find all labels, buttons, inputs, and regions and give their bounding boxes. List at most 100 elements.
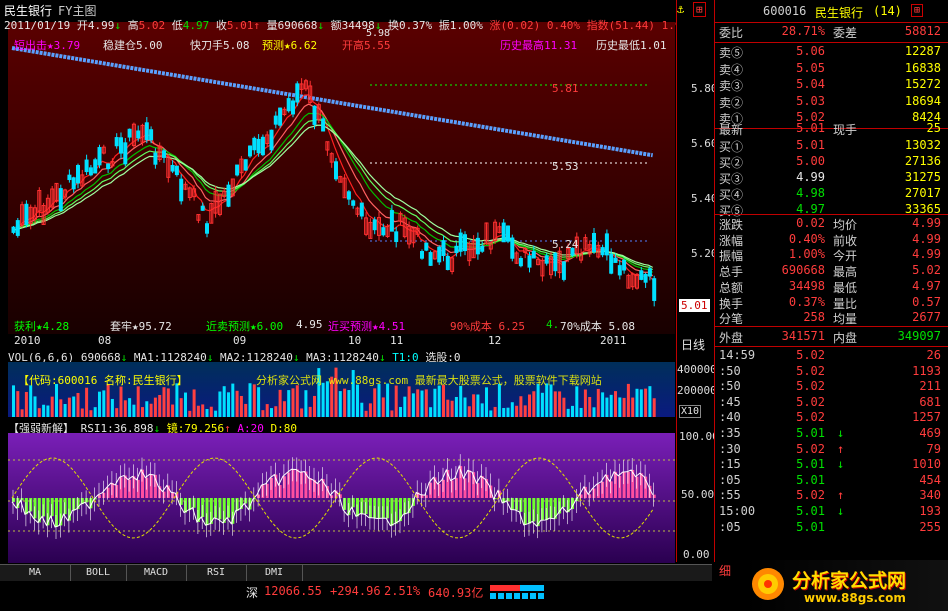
chart-area[interactable]: 民生银行 FY主图 2011/01/19 开4.99↓ 高5.02 低4.97 收… (0, 0, 712, 563)
candle-body (531, 250, 536, 259)
label-cost-70: 70%成本 5.08 (560, 320, 635, 333)
rsi-tick: 0.00 (683, 548, 710, 561)
rsi-fill-bar (179, 498, 183, 505)
tab-ma[interactable]: MA (0, 565, 71, 581)
candle-body (205, 223, 209, 234)
tick-row: :05 5.01 255 (715, 520, 948, 537)
buy-label: 买① (719, 140, 744, 154)
axis-menu-icon[interactable]: ⊞ (693, 2, 706, 17)
tick-price: 5.02 (796, 394, 825, 409)
rsi-fill-bar (373, 498, 377, 518)
candle-body (346, 191, 351, 200)
volume-bar (338, 391, 342, 417)
candle-body (463, 234, 467, 252)
candle-body (235, 164, 240, 176)
rsi-fill-bar (192, 498, 196, 508)
tab-macd[interactable]: MACD (126, 565, 187, 581)
rsi-fill-bar (532, 498, 536, 522)
label-hist-high: 历史最高11.31 (500, 39, 578, 52)
volume-bar (227, 392, 230, 417)
rsi-fill-bar (102, 492, 106, 498)
rsi-fill-bar (295, 469, 299, 498)
current-price-marker: 5.01 (679, 299, 710, 312)
quote-close-label: 收 (215, 19, 227, 32)
volume-bar (123, 400, 127, 417)
rsi-fill-bar (381, 498, 385, 519)
sell-row: 卖⑤ 5.06 12287 (715, 44, 948, 61)
rsi-fill-bar (110, 483, 114, 498)
volume-bar (98, 391, 101, 417)
quote-amplitude-label: 振 (438, 19, 450, 32)
rsi-fill-bar (442, 479, 445, 498)
rsi-chart (8, 454, 675, 540)
candle-body (119, 137, 123, 154)
tick-price: 5.01 (796, 504, 825, 518)
candle-body (518, 257, 523, 267)
candle-body (510, 237, 515, 259)
stat-label: 最低 (833, 280, 858, 295)
timeframe-label[interactable]: 日线 (681, 336, 705, 353)
sell-volume: 12287 (904, 44, 941, 58)
volume-bar (175, 383, 179, 417)
volume-bar (510, 402, 514, 417)
date-tick: 11 (390, 334, 404, 347)
volume-bar (149, 403, 153, 417)
rsi-fill-bar (450, 480, 454, 498)
tab-boll[interactable]: BOLL (70, 565, 127, 581)
candle-body (149, 129, 154, 141)
buy-row: 买④ 4.98 27017 (715, 186, 948, 203)
label-short-strike: 短出击★3.79 (14, 39, 81, 52)
volume-bar (55, 383, 58, 417)
rsi-fill-bar (545, 498, 549, 521)
rsi-fill-bar (480, 476, 484, 498)
panel-menu-icon[interactable]: ⊞ (911, 4, 924, 17)
sell-price: 5.05 (796, 60, 825, 75)
tick-volume: 193 (919, 504, 941, 518)
tick-price: 5.02 (796, 379, 825, 394)
tick-time: :15 (719, 457, 741, 472)
candle-body (162, 150, 166, 158)
rsi-fill-bar (429, 482, 433, 498)
stat-row: 涨幅 0.40% 前收 4.99 (715, 232, 948, 249)
date-tick: 2010 (14, 334, 41, 347)
tick-arrow-icon: ↑ (837, 441, 845, 456)
label-cost-90: 90%成本 6.25 (450, 320, 525, 333)
volume-bar (411, 393, 415, 417)
candle-body (200, 205, 205, 211)
volume-bar (63, 404, 67, 417)
label-cost-num: 4. (546, 318, 560, 331)
tab-rsi[interactable]: RSI (186, 565, 247, 581)
volume-bar (588, 397, 592, 417)
volume-bar (287, 390, 291, 417)
volume-bar (515, 405, 519, 417)
anchor-icon[interactable]: ⚓ (677, 2, 684, 16)
volume-bar (553, 391, 557, 417)
rsi-fill-bar (467, 470, 471, 498)
buy-volume: 27017 (904, 186, 941, 200)
rsi-fill-bar (609, 481, 613, 498)
quote-row: 2011/01/19 开4.99↓ 高5.02 低4.97 收5.01↑ 量69… (4, 17, 695, 33)
volume-bar (450, 400, 454, 417)
quote-index: (51.44) (608, 19, 655, 32)
quote-index-label: 指数 (586, 19, 609, 32)
volume-bar (166, 388, 170, 417)
volume-bar (476, 394, 480, 417)
volume-scale[interactable]: X10 (679, 405, 702, 418)
outer-inner-row: 外盘 341571 内盘 349097 (715, 329, 948, 346)
tick-time: :50 (719, 363, 741, 378)
volume-bar (614, 391, 617, 417)
volume-bar (308, 406, 312, 417)
detail-label[interactable]: 细 (719, 562, 731, 579)
sell-row: 卖② 5.03 18694 (715, 94, 948, 111)
quote-low-label: 低 (171, 19, 183, 32)
tab-dmi[interactable]: DMI (246, 565, 303, 581)
volume-bar (222, 386, 226, 417)
quote-amount-label: 额 (330, 19, 342, 32)
rsi-fill-bar (515, 498, 519, 510)
volume-bar (562, 397, 566, 417)
rsi-fill-bar (506, 498, 510, 501)
rsi-fill-bar (562, 498, 566, 508)
candle-body (506, 225, 510, 242)
tick-time: :35 (719, 426, 741, 440)
volume-bar (20, 409, 24, 417)
